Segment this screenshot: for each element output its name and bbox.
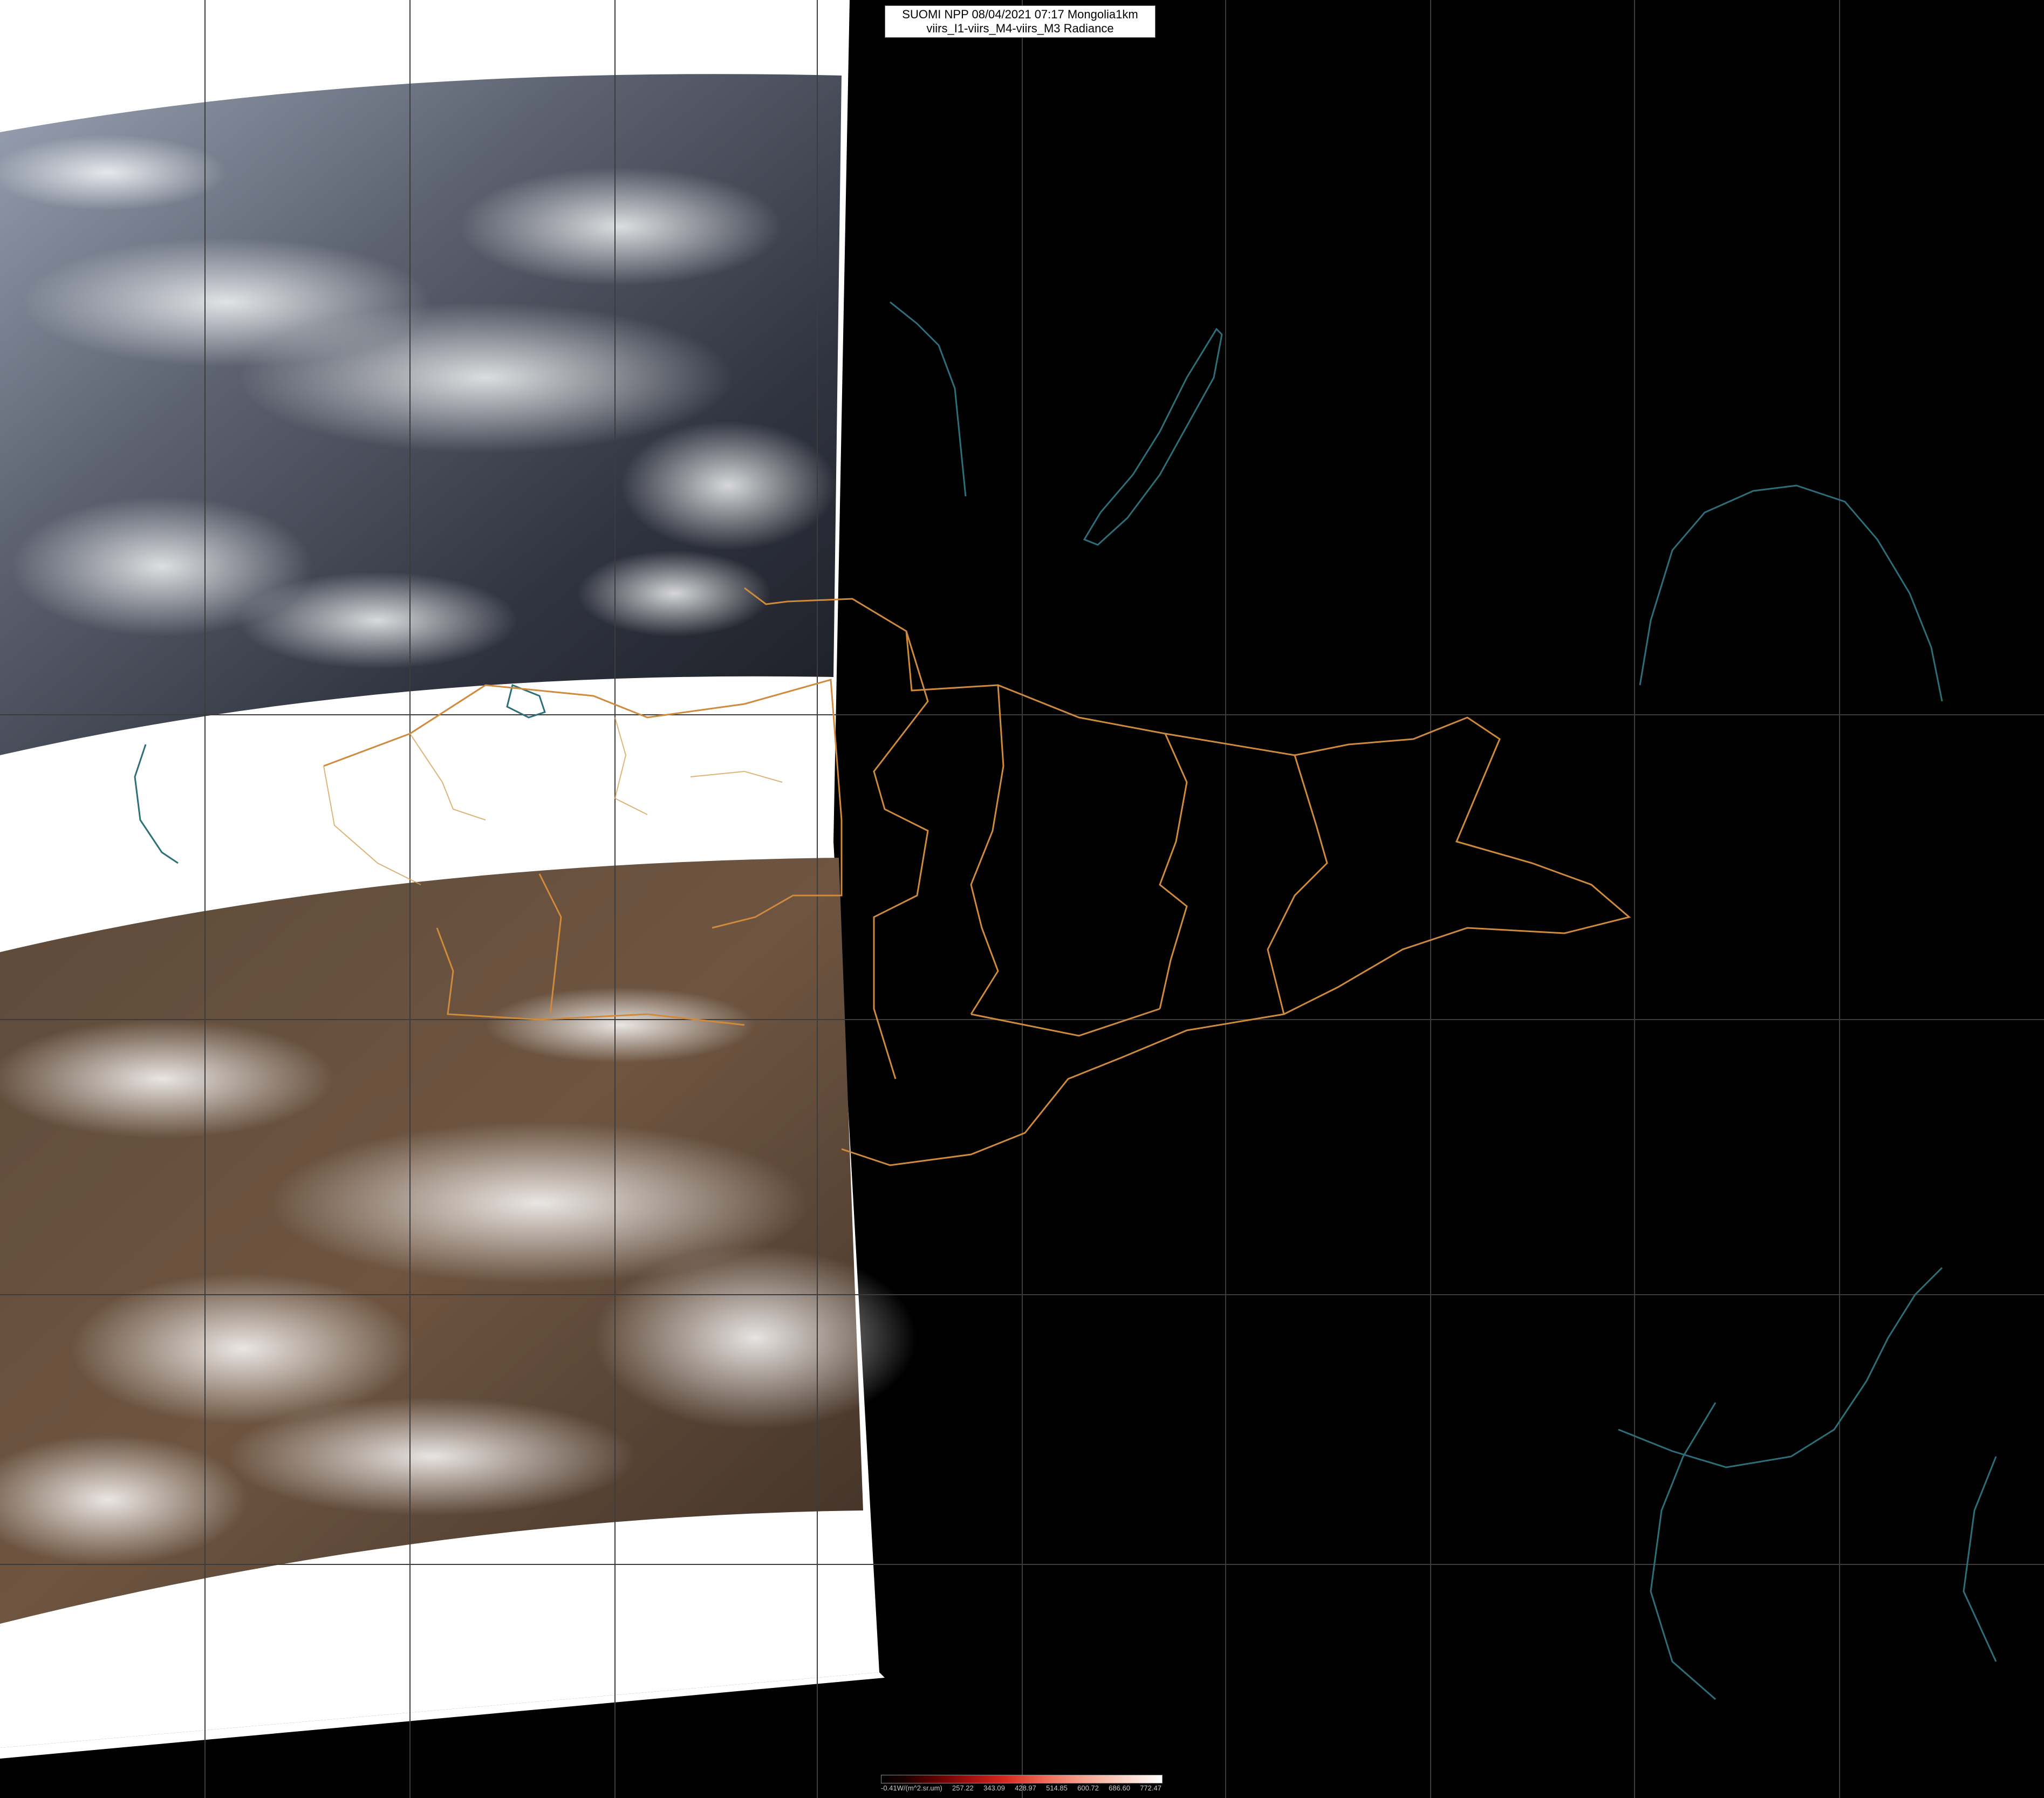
- colorbar-label: 772.47: [1140, 1784, 1161, 1792]
- title-line-2: viirs_I1-viirs_M4-viirs_M3 Radiance: [926, 22, 1114, 35]
- satellite-image: [0, 0, 2044, 1798]
- title-box: SUOMI NPP 08/04/2021 07:17 Mongolia1km v…: [885, 5, 1156, 38]
- colorbar-label: 257.22: [952, 1784, 974, 1792]
- colorbar-label: 343.09: [983, 1784, 1005, 1792]
- colorbar-label: -0.41W/(m^2.sr.um): [881, 1784, 942, 1792]
- colorbar-gradient: [881, 1775, 1163, 1783]
- title-line-1: SUOMI NPP 08/04/2021 07:17 Mongolia1km: [902, 8, 1138, 21]
- colorbar-label: 428.97: [1015, 1784, 1036, 1792]
- colorbar-labels: -0.41W/(m^2.sr.um) 257.22 343.09 428.97 …: [881, 1783, 1161, 1793]
- colorbar-label: 514.85: [1046, 1784, 1068, 1792]
- colorbar-label: 686.60: [1109, 1784, 1130, 1792]
- colorbar: -0.41W/(m^2.sr.um) 257.22 343.09 428.97 …: [881, 1775, 1163, 1795]
- colorbar-label: 600.72: [1077, 1784, 1099, 1792]
